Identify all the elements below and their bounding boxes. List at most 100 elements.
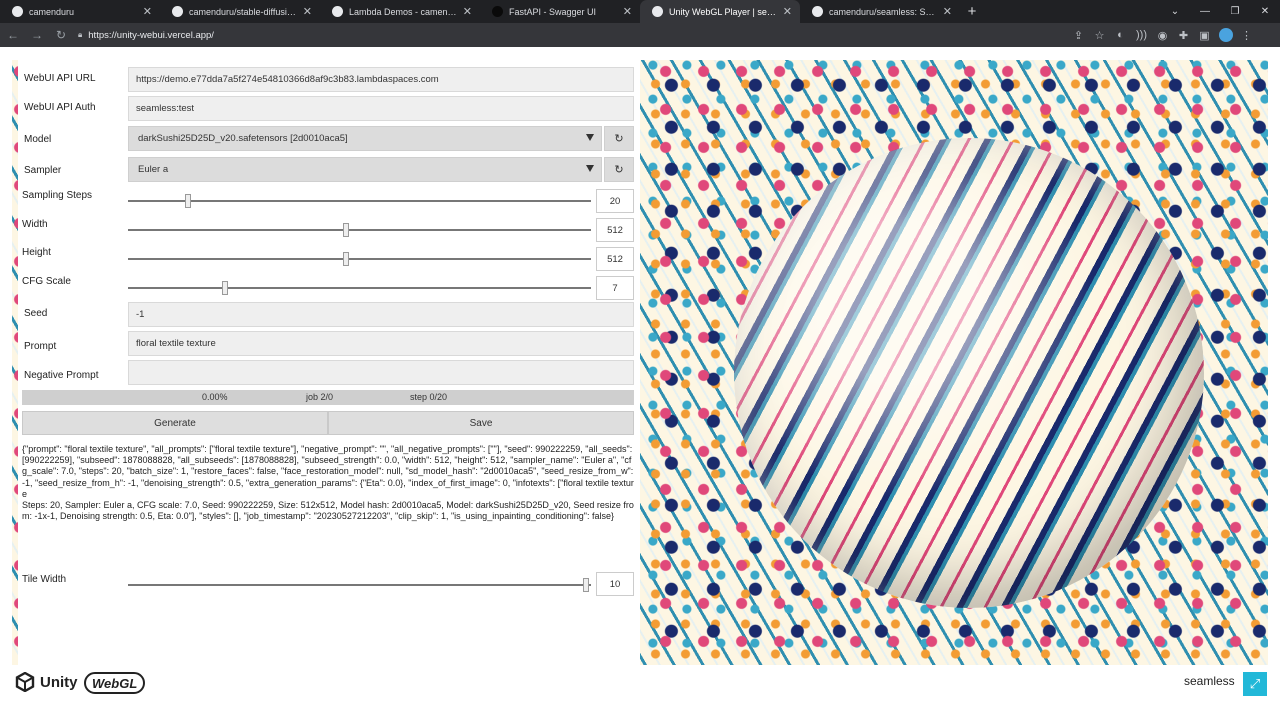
tile-width-label: Tile Width (22, 574, 67, 585)
unity-webgl-canvas[interactable]: WebUI API URL https://demo.e77dda7a5f274… (12, 60, 1268, 665)
width-label: Width (22, 219, 48, 230)
reload-button[interactable]: ↻ (50, 24, 72, 46)
browser-tab[interactable]: camenduru/seamless: Stable Diff... ✕ (800, 0, 960, 23)
sampler-label: Sampler (24, 165, 62, 176)
generate-button[interactable]: Generate (22, 411, 328, 435)
browser-tab[interactable]: camenduru ✕ (0, 0, 160, 23)
progress-job: job 2/0 (306, 392, 334, 402)
page: WebUI API URL https://demo.e77dda7a5f274… (0, 47, 1280, 720)
cfg-label: CFG Scale (22, 276, 71, 287)
negative-prompt-input[interactable] (128, 360, 634, 385)
seed-label: Seed (24, 308, 48, 319)
api-auth-label: WebUI API Auth (24, 102, 96, 113)
progress-bar: 0.00% job 2/0 step 0/20 (22, 390, 634, 405)
cfg-slider-thumb[interactable] (222, 281, 229, 295)
restore-button[interactable]: ❐ (1220, 0, 1250, 23)
height-label: Height (22, 247, 51, 258)
steps-number-input[interactable]: 20 (596, 189, 634, 213)
steps-slider[interactable] (128, 194, 591, 208)
height-slider[interactable] (128, 252, 591, 266)
tile-width-number-input[interactable]: 10 (596, 572, 634, 596)
sidebar-icon[interactable]: ▣ (1194, 25, 1215, 45)
close-tab-icon[interactable]: ✕ (143, 5, 152, 18)
github-icon (812, 6, 823, 17)
browser-tab[interactable]: FastAPI - Swagger UI ✕ (480, 0, 640, 23)
api-url-input[interactable]: https://demo.e77dda7a5f274e54810366d8af9… (128, 67, 634, 92)
extension-icon-2[interactable]: ◉ (1152, 25, 1173, 45)
refresh-icon: ↻ (614, 164, 624, 176)
minimize-button[interactable]: — (1190, 0, 1220, 23)
audio-extension-icon[interactable]: ))) (1131, 25, 1152, 45)
close-tab-icon[interactable]: ✕ (783, 5, 792, 18)
sampler-value: Euler a (138, 164, 169, 175)
webgl-logo: WebGL (84, 672, 146, 694)
back-button[interactable]: ← (2, 24, 24, 46)
close-tab-icon[interactable]: ✕ (303, 5, 312, 18)
steps-label: Sampling Steps (22, 190, 93, 201)
fullscreen-icon: ⤢ (1249, 676, 1261, 691)
browser-tab-title: FastAPI - Swagger UI (509, 6, 597, 17)
close-tab-icon[interactable]: ✕ (463, 5, 472, 18)
tab-search-icon[interactable]: ⌄ (1160, 0, 1190, 23)
steps-slider-thumb[interactable] (185, 194, 192, 208)
fullscreen-button[interactable]: ⤢ (1243, 672, 1267, 696)
close-window-button[interactable]: ✕ (1250, 0, 1280, 23)
lock-icon: 🔒︎ (78, 30, 83, 39)
dropdown-arrow-icon (586, 134, 594, 141)
height-slider-thumb[interactable] (342, 252, 349, 266)
height-number-input[interactable]: 512 (596, 247, 634, 271)
unity-cube-icon (15, 672, 35, 692)
model-value: darkSushi25D25D_v20.safetensors [2d0010a… (138, 133, 348, 144)
share-icon[interactable]: ⇪ (1068, 25, 1089, 45)
seed-input[interactable]: -1 (128, 302, 634, 327)
address-bar[interactable]: 🔒︎ https://unity-webui.vercel.app/ (78, 25, 1068, 45)
unity-icon (652, 6, 663, 17)
webui-form-panel: WebUI API URL https://demo.e77dda7a5f274… (18, 60, 640, 665)
model-label: Model (24, 134, 52, 145)
puzzle-icon[interactable]: ✚ (1173, 25, 1194, 45)
progress-step: step 0/20 (410, 392, 448, 402)
browser-tab-title: Lambda Demos - camenduru/sta... (349, 6, 457, 17)
width-slider-thumb[interactable] (342, 223, 349, 237)
width-number-input[interactable]: 512 (596, 218, 634, 242)
browser-tab-bar: camenduru✕camenduru/stable-diffusion-web… (0, 0, 1280, 23)
new-tab-button[interactable]: + (960, 0, 984, 23)
project-name: seamless (1184, 674, 1235, 688)
unity-logo: Unity (15, 672, 78, 692)
tile-width-slider-thumb[interactable] (583, 578, 590, 592)
unity-footer: Unity WebGL seamless ⤢ (0, 665, 1280, 720)
cfg-slider[interactable] (128, 281, 591, 295)
sampler-refresh-button[interactable]: ↻ (604, 157, 634, 182)
api-url-label: WebUI API URL (24, 73, 96, 84)
extension-icon[interactable]: ◐ (1110, 25, 1131, 45)
tile-width-slider[interactable] (128, 578, 591, 592)
fastapi-icon (492, 6, 503, 17)
github-icon (12, 6, 23, 17)
dropdown-arrow-icon (586, 165, 594, 172)
api-auth-input[interactable]: seamless:test (128, 96, 634, 121)
bookmark-star-icon[interactable]: ☆ (1089, 25, 1110, 45)
browser-tab[interactable]: Lambda Demos - camenduru/sta... ✕ (320, 0, 480, 23)
forward-button[interactable]: → (26, 24, 48, 46)
browser-tab[interactable]: camenduru/stable-diffusion-web... ✕ (160, 0, 320, 23)
browser-tab[interactable]: Unity WebGL Player | seamless ✕ (640, 0, 800, 23)
refresh-icon: ↻ (614, 133, 624, 145)
close-tab-icon[interactable]: ✕ (943, 5, 952, 18)
close-tab-icon[interactable]: ✕ (623, 5, 632, 18)
textured-sphere (734, 138, 1204, 608)
prompt-label: Prompt (24, 341, 57, 352)
model-refresh-button[interactable]: ↻ (604, 126, 634, 151)
profile-avatar[interactable] (1215, 25, 1236, 45)
progress-percent: 0.00% (202, 392, 228, 402)
cfg-number-input[interactable]: 7 (596, 276, 634, 300)
github-icon (172, 6, 183, 17)
model-select[interactable]: darkSushi25D25D_v20.safetensors [2d0010a… (128, 126, 602, 151)
menu-icon[interactable]: ⋮ (1236, 25, 1257, 45)
tab-strip: camenduru✕camenduru/stable-diffusion-web… (0, 0, 960, 23)
prompt-input[interactable]: floral textile texture (128, 331, 634, 356)
sampler-select[interactable]: Euler a (128, 157, 602, 182)
browser-tab-title: camenduru/seamless: Stable Diff... (829, 6, 937, 17)
width-slider[interactable] (128, 223, 591, 237)
save-button[interactable]: Save (328, 411, 634, 435)
unity-label: Unity (40, 673, 78, 691)
